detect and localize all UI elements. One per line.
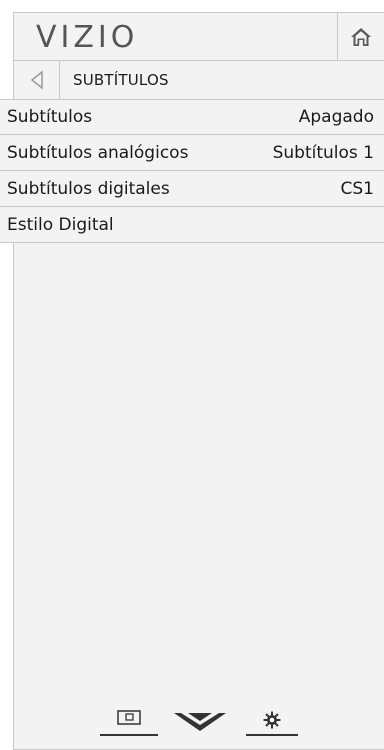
vizio-logo: VIZIO bbox=[36, 20, 139, 55]
menu-item-value: Apagado bbox=[298, 107, 374, 127]
menu-item-label: Subtítulos bbox=[7, 107, 93, 127]
picture-input-icon bbox=[117, 710, 141, 725]
settings-button[interactable] bbox=[246, 707, 298, 743]
back-button[interactable] bbox=[14, 61, 60, 99]
menu-list: Subtítulos Apagado Subtítulos analógicos… bbox=[0, 99, 384, 243]
title-bar: SUBTÍTULOS bbox=[14, 61, 384, 100]
screen: VIZIO SUBTÍTULOS Subtítulos Apagado Subt… bbox=[0, 0, 384, 750]
settings-gear-icon bbox=[263, 711, 281, 729]
home-icon bbox=[351, 27, 371, 46]
menu-item-value: Subtítulos 1 bbox=[272, 142, 374, 163]
home-button[interactable] bbox=[337, 13, 384, 60]
menu-item-label: Subtítulos analógicos bbox=[7, 142, 189, 163]
page-title: SUBTÍTULOS bbox=[73, 71, 169, 89]
menu-item-subtitulos[interactable]: Subtítulos Apagado bbox=[0, 99, 384, 135]
back-arrow-icon bbox=[30, 70, 43, 90]
menu-item-subtitulos-digitales[interactable]: Subtítulos digitales CS1 bbox=[0, 171, 384, 207]
toolbar-underline bbox=[246, 734, 298, 736]
picture-input-button[interactable] bbox=[100, 707, 158, 743]
menu-item-subtitulos-analogicos[interactable]: Subtítulos analógicos Subtítulos 1 bbox=[0, 135, 384, 171]
menu-item-estilo-digital[interactable]: Estilo Digital bbox=[0, 207, 384, 243]
vizio-v-icon bbox=[174, 713, 226, 731]
menu-item-label: Estilo Digital bbox=[7, 214, 114, 235]
menu-item-label: Subtítulos digitales bbox=[7, 178, 170, 199]
menu-item-value: CS1 bbox=[340, 178, 374, 199]
bottom-toolbar bbox=[100, 707, 300, 743]
header: VIZIO bbox=[14, 13, 384, 61]
toolbar-underline bbox=[100, 734, 158, 736]
vizio-v-button[interactable] bbox=[172, 707, 228, 743]
